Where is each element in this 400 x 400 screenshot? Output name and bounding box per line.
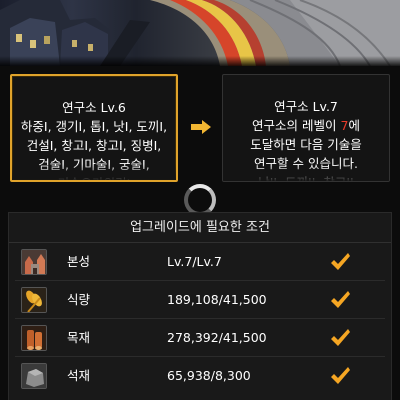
requirement-value: 278,392/41,500 xyxy=(167,330,267,345)
requirement-row: 목재 278,392/41,500 xyxy=(9,319,391,357)
requirement-row: 본성 Lv.7/Lv.7 xyxy=(9,243,391,281)
requirement-name: 본성 xyxy=(67,254,91,269)
checkmark-icon xyxy=(331,291,350,308)
next-level-description-line2: 도달하면 다음 기술을 xyxy=(250,137,362,152)
checkmark-icon xyxy=(331,367,350,384)
next-level-panel: 연구소 Lv.7 연구소의 레벨이 7에 도달하면 다음 기술을 연구할 수 있… xyxy=(222,74,390,182)
current-tech-line: 건설I, 창고I, 창고I, 징병I, xyxy=(26,138,162,153)
wood-icon xyxy=(21,325,47,351)
next-level-title: 연구소 Lv.7 xyxy=(274,99,338,114)
requirement-name: 목재 xyxy=(67,330,91,345)
stone-icon xyxy=(21,363,47,389)
checkmark-icon xyxy=(331,253,350,270)
building-banner-image xyxy=(0,0,400,66)
wheat-icon xyxy=(21,287,47,313)
requirement-value: 189,108/41,500 xyxy=(167,292,267,307)
requirement-name: 식량 xyxy=(67,292,91,307)
requirement-name: 석재 xyxy=(67,368,91,383)
requirement-value: 65,938/8,300 xyxy=(167,368,251,383)
next-level-description-line1: 연구소의 레벨이 7에 xyxy=(252,118,360,133)
upgrade-requirements-panel: 업그레이드에 필요한 조건 본성 Lv.7/Lv.7 식량 189,108/41… xyxy=(8,212,392,400)
current-tech-line: 하중I, 갱기I, 톱I, 낫I, 도끼I, xyxy=(20,119,168,134)
requirement-row: 석재 65,938/8,300 xyxy=(9,357,391,395)
requirement-value: Lv.7/Lv.7 xyxy=(167,254,222,269)
arrow-right-icon xyxy=(191,120,211,134)
requirements-header: 업그레이드에 필요한 조건 xyxy=(9,213,391,243)
current-level-title: 연구소 Lv.6 xyxy=(62,100,126,115)
checkmark-icon xyxy=(331,329,350,346)
current-level-panel: 연구소 Lv.6 하중I, 갱기I, 톱I, 낫I, 도끼I, 건설I, 창고I… xyxy=(10,74,178,182)
castle-icon xyxy=(21,249,47,275)
requirement-row: 식량 189,108/41,500 xyxy=(9,281,391,319)
